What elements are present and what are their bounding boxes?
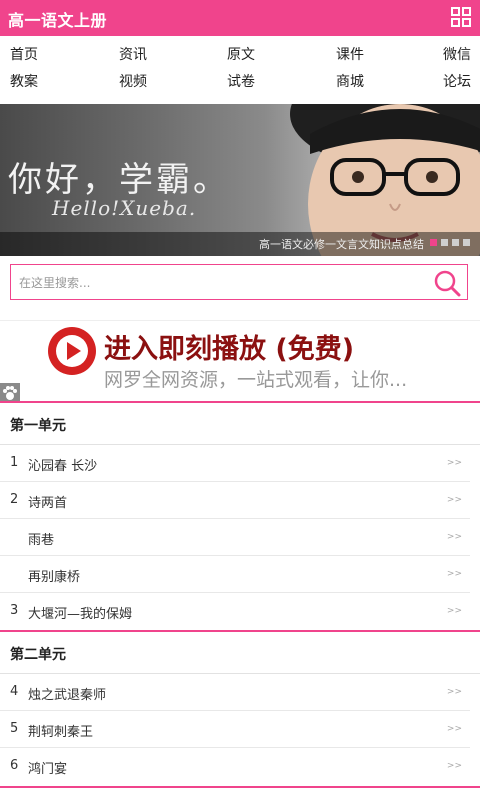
divider [0, 630, 480, 632]
ad-banner[interactable]: 进入即刻播放 (免费) 网罗全网资源，一站式观看，让你... [0, 320, 480, 403]
nav-item-exam[interactable]: 试卷 [227, 71, 255, 93]
nav-item-forum[interactable]: 论坛 [443, 71, 471, 93]
item-title: 诗两首 [28, 496, 68, 511]
app-header: 高一语文上册 [0, 0, 480, 36]
play-icon [48, 327, 96, 375]
item-number: 5 [10, 721, 19, 736]
pagination-dot[interactable] [430, 239, 437, 246]
item-number: 1 [10, 455, 19, 470]
chevron-right-icon: >> [446, 495, 462, 505]
nav-item-mall[interactable]: 商城 [336, 71, 364, 93]
item-title: 烛之武退秦师 [28, 688, 107, 703]
paw-icon [0, 383, 20, 403]
chevron-right-icon: >> [446, 724, 462, 734]
list-item[interactable]: 5 荆轲刺秦王 >> [0, 711, 480, 748]
banner-subheadline: Hello!Xueba. [52, 196, 197, 220]
chevron-right-icon: >> [446, 687, 462, 697]
nav-item-wechat[interactable]: 微信 [443, 44, 471, 66]
section-title: 第二单元 [10, 647, 66, 663]
banner-carousel[interactable]: 你好，学霸。 Hello!Xueba. 高一语文必修一文言文知识点总结 [0, 104, 480, 256]
search-bar [10, 264, 468, 300]
item-title: 再别康桥 [28, 570, 81, 585]
list-item[interactable]: 3 大堰河—我的保姆 >> [0, 593, 480, 630]
item-number: 4 [10, 684, 19, 699]
nav-item-courseware[interactable]: 课件 [336, 44, 364, 66]
list-item[interactable]: 4 烛之武退秦师 >> [0, 674, 480, 711]
nav-item-original[interactable]: 原文 [227, 44, 255, 66]
section-header: 第二单元 [0, 633, 480, 674]
list-item[interactable]: 雨巷 >> [0, 519, 480, 556]
banner-headline: 你好，学霸。 [8, 160, 230, 200]
list-item[interactable]: 再别康桥 >> [0, 556, 480, 593]
section-title: 第一单元 [10, 418, 66, 434]
nav-item-lesson-plan[interactable]: 教案 [10, 71, 38, 93]
banner-pagination [430, 239, 470, 246]
qr-scan-icon[interactable] [450, 6, 472, 28]
item-title: 大堰河—我的保姆 [28, 607, 133, 622]
category-nav: 首页 资讯 原文 课件 微信 教案 视频 试卷 商城 论坛 [0, 36, 480, 104]
item-title: 鸿门宴 [28, 762, 68, 777]
nav-item-video[interactable]: 视频 [119, 71, 147, 93]
nav-item-home[interactable]: 首页 [10, 44, 38, 66]
item-number: 6 [10, 758, 19, 773]
ad-headline: 进入即刻播放 (免费) [104, 334, 355, 365]
chevron-right-icon: >> [446, 606, 462, 616]
list-item[interactable]: 6 鸿门宴 >> [0, 748, 480, 785]
chevron-right-icon: >> [446, 761, 462, 771]
section-header: 第一单元 [0, 404, 480, 445]
pagination-dot[interactable] [441, 239, 448, 246]
ad-subtext: 网罗全网资源，一站式观看，让你... [104, 369, 408, 391]
item-number: 3 [10, 603, 19, 618]
list-item[interactable]: 2 诗两首 >> [0, 482, 480, 519]
app-title: 高一语文上册 [8, 11, 108, 30]
chevron-right-icon: >> [446, 458, 462, 468]
pagination-dot[interactable] [463, 239, 470, 246]
item-number: 2 [10, 492, 19, 507]
chevron-right-icon: >> [446, 532, 462, 542]
chevron-right-icon: >> [446, 569, 462, 579]
search-input[interactable] [19, 273, 419, 293]
search-icon[interactable] [433, 269, 461, 297]
item-title: 雨巷 [28, 533, 55, 548]
item-title: 荆轲刺秦王 [28, 725, 94, 740]
nav-item-news[interactable]: 资讯 [119, 44, 147, 66]
divider [0, 786, 480, 788]
pagination-dot[interactable] [452, 239, 459, 246]
item-title: 沁园春 长沙 [28, 459, 98, 474]
divider [0, 401, 480, 403]
banner-caption: 高一语文必修一文言文知识点总结 [259, 238, 424, 251]
list-item[interactable]: 1 沁园春 长沙 >> [0, 445, 480, 482]
